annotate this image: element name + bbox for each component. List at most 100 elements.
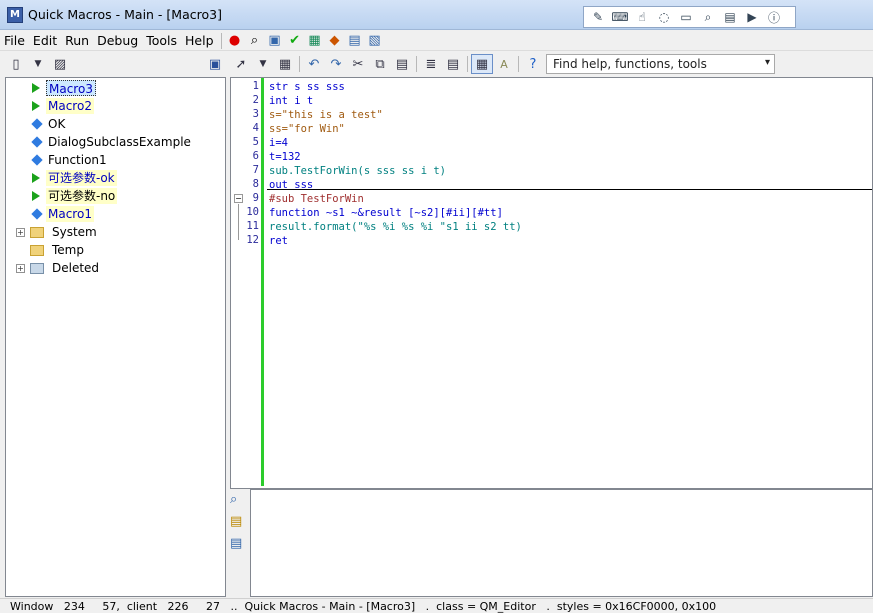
tree-item[interactable]: 可选参数-ok	[6, 169, 117, 187]
line-number: 4	[252, 122, 259, 134]
record-icon[interactable]: ●	[225, 32, 245, 50]
code-line[interactable]: int i t	[269, 94, 313, 108]
undo-icon[interactable]: ↶	[303, 54, 325, 74]
line-number: 11	[246, 220, 259, 232]
help-search-combo[interactable]: Find help, functions, tools ▾	[546, 54, 775, 74]
wait-icon[interactable]: ◌	[653, 8, 675, 26]
properties-icon[interactable]: ▨	[49, 54, 71, 74]
code-line[interactable]: str s ss sss	[269, 80, 345, 94]
calculator-icon[interactable]: ▦	[305, 32, 325, 50]
folder-icon	[30, 244, 44, 256]
line-number: 3	[252, 108, 259, 120]
help-icon[interactable]: ?	[522, 54, 544, 74]
tips-icon[interactable]: ▤	[230, 514, 242, 529]
menu-run[interactable]: Run	[61, 33, 93, 48]
menu-file[interactable]: File	[0, 33, 29, 48]
menu-edit[interactable]: Edit	[29, 33, 61, 48]
chevron-down-icon[interactable]: ▾	[765, 57, 770, 68]
function-icon	[31, 208, 43, 220]
tree-item[interactable]: Macro2	[6, 97, 94, 115]
new-dropdown-icon[interactable]: ▼	[27, 54, 49, 74]
tree-item[interactable]: 可选参数-no	[6, 187, 118, 205]
code-line[interactable]: t=132	[269, 150, 301, 164]
tree-folder[interactable]: + Deleted	[6, 259, 101, 277]
expand-icon[interactable]: +	[16, 263, 25, 273]
macro-icon	[32, 173, 40, 183]
line-number: 2	[252, 94, 259, 106]
code-line[interactable]: result.format("%s %i %s %i "s1 ii s2 tt)	[269, 220, 522, 234]
toolbar-separator	[416, 56, 417, 72]
paste-icon[interactable]: ▤	[391, 54, 413, 74]
dialog-icon[interactable]: ▤	[719, 8, 741, 26]
pointer-icon[interactable]: ➚	[230, 54, 252, 74]
macro-icon	[32, 83, 40, 93]
code-line[interactable]: function ~s1 ~&result [~s2][#ii][#tt]	[269, 206, 503, 220]
window-icon[interactable]: ▭	[675, 8, 697, 26]
tree-item-label: Deleted	[52, 261, 100, 275]
redo-icon[interactable]: ↷	[325, 54, 347, 74]
calendar-icon[interactable]: ▦	[274, 54, 296, 74]
tasks-icon[interactable]: ▧	[365, 32, 385, 50]
function-icon	[31, 118, 43, 130]
line-number: 12	[246, 234, 259, 246]
save-icon[interactable]: ▣	[204, 54, 226, 74]
macro-icon	[32, 101, 40, 111]
tree-item[interactable]: Macro3	[6, 79, 96, 97]
mouse-icon[interactable]: ☝	[631, 8, 653, 26]
help-page-icon[interactable]: ▤	[230, 536, 242, 551]
edit-icon[interactable]: ✎	[587, 8, 609, 26]
tree-folder[interactable]: Temp	[6, 241, 86, 259]
fold-line	[238, 204, 239, 240]
tree-item-label: Function1	[48, 153, 107, 167]
main-toolbar: ➚ ▼ ▦ ↶ ↷ ✂ ⧉ ▤ ≣ ▤ ▦ A ? Find help, fun…	[230, 53, 873, 75]
code-line[interactable]: ss="for Win"	[269, 122, 345, 136]
code-line[interactable]: s="this is a test"	[269, 108, 383, 122]
menu-bar: File Edit Run Debug Tools Help ● ⌕ ▣ ✔ ▦…	[0, 31, 873, 51]
expand-icon[interactable]: +	[16, 227, 25, 237]
format-icon[interactable]: ▤	[442, 54, 464, 74]
info-icon[interactable]: ⓘ	[763, 8, 785, 26]
menu-tools[interactable]: Tools	[142, 33, 181, 48]
comment-icon[interactable]: ≣	[420, 54, 442, 74]
check-icon[interactable]: ✔	[285, 32, 305, 50]
tree-item[interactable]: Macro1	[6, 205, 94, 223]
folder-icon	[30, 226, 44, 238]
pointer-dropdown-icon[interactable]: ▼	[252, 54, 274, 74]
title-toolbar: ✎ ⌨ ☝ ◌ ▭ ⌕ ▤ ▶ ⓘ	[583, 6, 796, 28]
code-line[interactable]: i=4	[269, 136, 288, 150]
code-line[interactable]: sub.TestForWin(s sss ss i t)	[269, 164, 446, 178]
tree-item[interactable]: OK	[6, 115, 67, 133]
toolbar-separator	[467, 56, 468, 72]
grid-icon[interactable]: ▦	[471, 54, 493, 74]
code-line[interactable]: #sub TestForWin	[269, 192, 364, 206]
tree-item[interactable]: DialogSubclassExample	[6, 133, 193, 151]
color-icon[interactable]: ◆	[325, 32, 345, 50]
find-icon[interactable]: ⌕	[697, 8, 719, 26]
cut-icon[interactable]: ✂	[347, 54, 369, 74]
menu-debug[interactable]: Debug	[93, 33, 142, 48]
macro-icon	[32, 191, 40, 201]
app-icon: M	[7, 7, 23, 23]
macro-tree[interactable]: Macro3 Macro2 OK DialogSubclassExample F…	[5, 77, 226, 597]
keyboard-icon[interactable]: ⌨	[609, 8, 631, 26]
find-icon[interactable]: ⌕	[230, 492, 237, 507]
code-line[interactable]: ret	[269, 234, 288, 248]
copy-icon[interactable]: ⧉	[369, 54, 391, 74]
find-icon[interactable]: ⌕	[245, 32, 265, 50]
fold-collapse-icon[interactable]: −	[234, 194, 243, 203]
menu-help[interactable]: Help	[181, 33, 218, 48]
code-editor[interactable]: 1 2 3 4 5 6 7 8 9 10 11 12 − str s ss ss…	[230, 77, 873, 489]
output-pane[interactable]	[250, 489, 873, 597]
line-number-gutter: 1 2 3 4 5 6 7 8 9 10 11 12	[231, 78, 261, 488]
run-icon[interactable]: ▶	[741, 8, 763, 26]
trash-folder-icon	[30, 262, 44, 274]
tree-item[interactable]: Function1	[6, 151, 109, 169]
tree-folder[interactable]: + System	[6, 223, 99, 241]
new-icon[interactable]: ▯	[5, 54, 27, 74]
text-icon[interactable]: A	[493, 54, 515, 74]
tree-item-label: 可选参数-no	[46, 188, 118, 204]
options-icon[interactable]: ▤	[345, 32, 365, 50]
line-number: 7	[252, 164, 259, 176]
window-icon[interactable]: ▣	[265, 32, 285, 50]
toolbar-separator	[299, 56, 300, 72]
